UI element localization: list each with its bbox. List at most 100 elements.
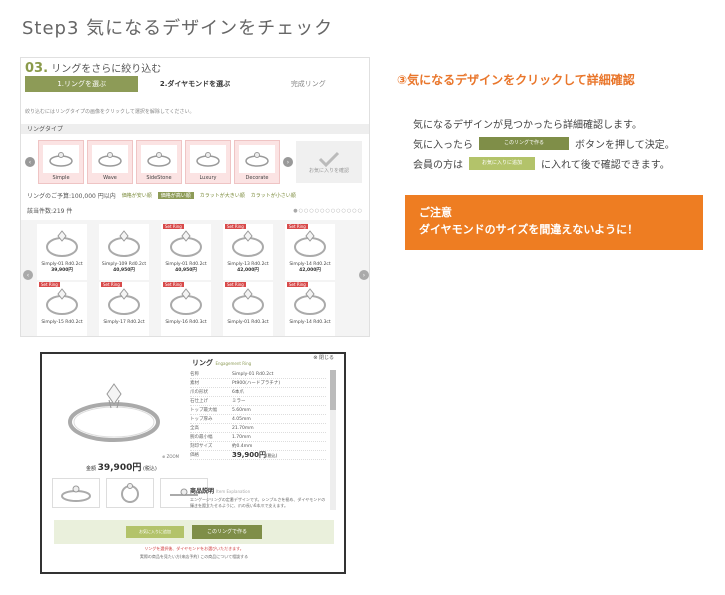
modal-title-sub: Engagement Ring [215,361,252,366]
explanation-line-1: 気になるデザインが見つかったら詳細確認します。 [413,120,642,131]
sort-price-asc[interactable]: 価格が安い順 [122,192,152,199]
ring-item[interactable]: Set Ring Simply-01 Rd0.3ct [223,282,273,336]
spec-price-amount: 39,900円 [232,451,267,459]
ring-icon [232,230,264,257]
ring-name: Simply-16 Rd0.3ct [165,320,207,325]
ring-icon [121,483,139,503]
ring-search-screenshot: 03. リングをさらに絞り込む 1.リングを選ぶ 2.ダイヤモンドを選ぶ 完成リ… [20,57,370,337]
grid-next-icon[interactable]: › [359,270,369,280]
type-card-wave[interactable]: Wave [87,140,133,184]
ring-icon [49,152,73,167]
select-ring-button[interactable]: このリングで作る [192,525,262,539]
scroll-thumb[interactable] [330,370,336,410]
thumbnail-2[interactable] [106,478,154,508]
spec-row: 石仕上げ ミラー [190,397,326,406]
modal-links[interactable]: 実際の商品を見たい方(来店予約) この商品について相談する [54,554,334,560]
ring-thumbnail[interactable]: Set Ring [223,224,273,262]
ring-icon [68,383,160,442]
ring-icon [245,152,269,167]
ring-thumbnail[interactable]: Set Ring [37,282,87,320]
ring-item[interactable]: Set Ring Simply-13 Rd0.2ct 42,000円 [223,224,273,280]
ring-icon [170,230,202,257]
ring-price: 39,900円 [51,268,73,273]
favorites-check-button[interactable]: お気に入りを確認 [296,141,362,183]
set-ring-badge: Set Ring [163,282,184,287]
next-arrow-icon[interactable]: › [283,157,293,167]
modal-title-text: リング [192,359,213,367]
spec-value: Pt900(ハードプラチナ) [232,381,281,386]
modal-scrollbar[interactable] [330,370,336,510]
ring-grid: ‹ › Simply-01 Rd0.2ct 39,900円 Simply-109 R… [21,220,369,336]
step-select-ring[interactable]: 1.リングを選ぶ [25,76,139,92]
add-favorite-button[interactable]: お気に入りに追加 [126,526,184,538]
instruction-text: 絞り込むにはリングタイプの画像をクリックして選択を解除してください。 [25,109,195,115]
zoom-button[interactable]: ⊕ ZOOM [162,454,179,459]
spec-row: 爪の形状 6本爪 [190,388,326,397]
type-card-luxury[interactable]: Luxury [185,140,231,184]
line3-post: に入れて後で確認できます。 [541,160,670,171]
spec-price-tax: (税込) [266,453,278,458]
type-card-decorate[interactable]: Decorate [234,140,280,184]
ring-item[interactable]: Set Ring Simply-17 Rd0.2ct [99,282,149,336]
type-card-simple[interactable]: Simple [38,140,84,184]
ring-price: 40,950円 [175,268,197,273]
ring-thumbnail[interactable]: Set Ring [285,224,335,262]
price-label: 金額 [86,466,97,472]
grid-prev-icon[interactable]: ‹ [23,270,33,280]
set-ring-badge: Set Ring [225,282,246,287]
favorites-check-label: お気に入りを確認 [308,167,349,174]
pagination-dots[interactable]: ●○○○○○○○○○○○○ [293,208,363,214]
step-select-diamond[interactable]: 2.ダイヤモンドを選ぶ [138,76,251,92]
modal-close-button[interactable]: ⊗ 閉じる [313,354,334,361]
section-number: 03. [25,61,49,76]
ring-thumbnail[interactable] [37,224,87,262]
description-text: エンゲージリングの定番デザインです。シンプルさを極め、ダイヤモンドの輝きを際立た… [190,497,326,508]
ring-thumbnail[interactable]: Set Ring [161,282,211,320]
ring-thumbnail[interactable]: Set Ring [285,282,335,320]
description-title: 商品説明 [190,488,215,495]
spec-price-row: 価格 39,900円(税込) [190,451,326,460]
ring-item[interactable]: Set Ring Simply-14 Rd0.3ct [285,282,335,336]
sort-carat-desc[interactable]: カラットが大きい順 [200,192,245,199]
spec-key: 価格 [190,453,199,458]
ring-thumbnail[interactable]: Set Ring [223,282,273,320]
ring-icon [108,288,140,315]
spec-key: 全高 [190,426,199,431]
ring-thumbnail[interactable] [99,224,149,262]
filter-bar: リングのご予算:100,000 円以内 価格が安い順 価格が高い順 カラットが大… [21,190,369,200]
type-label-decorate: Decorate [245,175,269,181]
spec-key: 腕の最小幅 [190,435,213,440]
ring-item[interactable]: Simply-01 Rd0.2ct 39,900円 [37,224,87,280]
type-card-sidestone[interactable]: SideStone [136,140,182,184]
ring-item[interactable]: Set Ring Simply-14 Rd0.2ct 42,000円 [285,224,335,280]
type-label-simple: Simple [52,175,70,181]
ring-item[interactable]: Set Ring Simply-01 Rd0.2ct 40,950円 [161,224,211,280]
thumbnail-1[interactable] [52,478,100,508]
line2-post: ボタンを押して決定。 [575,140,675,151]
sort-carat-asc[interactable]: カラットが小さい順 [251,192,296,199]
ring-name: Simply-17 Rd0.2ct [103,320,145,325]
price-tax: (税込) [142,466,157,472]
budget-text: リングのご予算:100,000 円以内 [27,192,116,200]
ring-thumbnail[interactable]: Set Ring [99,282,149,320]
modal-title: リング Engagement Ring [192,358,251,368]
spec-price-value: 39,900円(税込) [232,450,326,460]
spec-value: 約0.4mm [232,444,253,449]
set-ring-badge: Set Ring [287,224,308,229]
result-count: 該当件数:219 件 [27,208,73,215]
favorite-button-sample: お気に入りに追加 [469,157,535,170]
ring-thumbnail[interactable]: Set Ring [161,224,211,262]
caution-box: ご注意 ダイヤモンドのサイズを間違えないように！ [405,195,703,250]
ring-price: 42,000円 [237,268,259,273]
prev-arrow-icon[interactable]: ‹ [25,157,35,167]
spec-row: 名称 Simply-01 Rd0.2ct [190,370,326,379]
ring-item[interactable]: Set Ring Simply-16 Rd0.3ct [161,282,211,336]
ring-item[interactable]: Simply-109 Rd0.2ct 40,950円 [99,224,149,280]
ring-icon [61,485,91,502]
sort-price-desc[interactable]: 価格が高い順 [157,191,194,199]
ring-item[interactable]: Set Ring Simply-15 Rd0.2ct [37,282,87,336]
ring-detail-modal: ⊗ 閉じる ⊕ ZOOM 金額 39,900円 (税込) リング Engagem… [40,352,346,574]
step-complete[interactable]: 完成リング [252,76,365,92]
close-label: 閉じる [318,355,334,361]
step-progress: 1.リングを選ぶ 2.ダイヤモンドを選ぶ 完成リング [25,76,365,92]
